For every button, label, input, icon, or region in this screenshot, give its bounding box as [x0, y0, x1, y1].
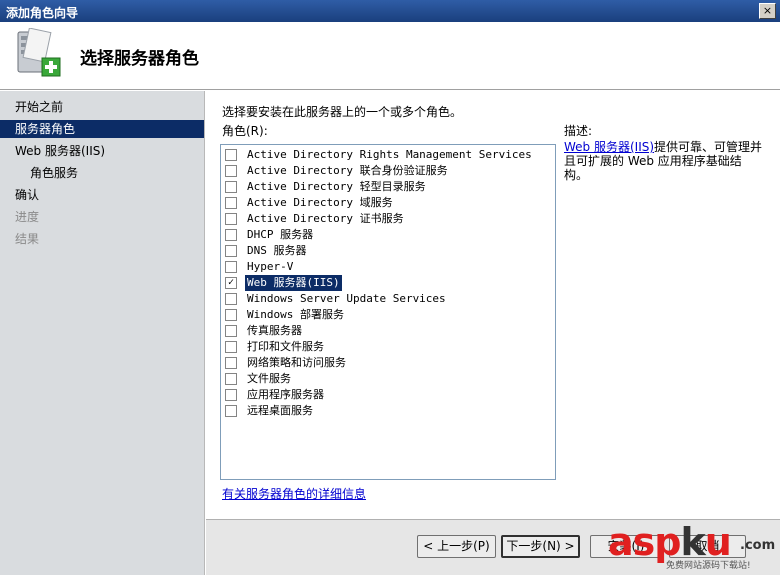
window-titlebar: 添加角色向导 × — [0, 0, 780, 22]
role-checkbox[interactable] — [225, 389, 237, 401]
close-button[interactable]: × — [759, 3, 776, 19]
next-button[interactable]: 下一步(N) > — [501, 535, 580, 558]
role-label: Active Directory 轻型目录服务 — [247, 180, 426, 193]
previous-button[interactable]: < 上一步(P) — [417, 535, 496, 558]
roles-list[interactable]: Active Directory Rights Management Servi… — [220, 144, 556, 480]
nav-step-confirmation[interactable]: 确认 — [0, 186, 204, 204]
role-checkbox[interactable] — [225, 213, 237, 225]
role-checkbox[interactable] — [225, 405, 237, 417]
role-checkbox[interactable] — [225, 245, 237, 257]
window-title: 添加角色向导 — [6, 6, 79, 20]
description-label: 描述: — [564, 124, 593, 138]
role-checkbox[interactable] — [225, 229, 237, 241]
role-checkbox[interactable] — [225, 165, 237, 177]
role-checkbox[interactable] — [225, 149, 237, 161]
nav-step-results: 结果 — [15, 232, 40, 246]
role-label: Active Directory 证书服务 — [247, 212, 404, 225]
role-checkbox[interactable] — [225, 181, 237, 193]
description-text: Web 服务器(IIS)提供可靠、可管理并且可扩展的 Web 应用程序基础结构。 — [564, 140, 764, 182]
role-checkbox[interactable] — [225, 293, 237, 305]
server-roles-wizard-icon — [17, 28, 61, 77]
role-label: Web 服务器(IIS) — [245, 275, 342, 291]
role-checkbox[interactable] — [225, 341, 237, 353]
nav-step-before-you-begin[interactable]: 开始之前 — [0, 98, 204, 116]
nav-step-server-roles[interactable]: 服务器角色 — [0, 120, 204, 138]
role-label: 传真服务器 — [247, 324, 302, 337]
page-title: 选择服务器角色 — [80, 49, 199, 69]
role-label: Windows 部署服务 — [247, 308, 344, 321]
description-link[interactable]: Web 服务器(IIS) — [564, 140, 654, 154]
role-label: 远程桌面服务 — [247, 404, 313, 417]
role-checkbox[interactable] — [225, 325, 237, 337]
role-label: DHCP 服务器 — [247, 228, 314, 241]
nav-step-role-services[interactable]: 角色服务 — [0, 164, 204, 182]
role-label: Active Directory Rights Management Servi… — [247, 148, 532, 161]
watermark-dotcom: .com — [740, 538, 776, 553]
role-label: Windows Server Update Services — [247, 292, 446, 305]
nav-step-web-server-iis[interactable]: Web 服务器(IIS) — [0, 142, 204, 160]
role-label: DNS 服务器 — [247, 244, 307, 257]
role-checkbox[interactable] — [225, 357, 237, 369]
role-label: 文件服务 — [247, 372, 291, 385]
watermark-tagline: 免费网站源码下载站! — [666, 561, 751, 571]
more-info-link[interactable]: 有关服务器角色的详细信息 — [222, 485, 366, 502]
role-checkbox[interactable] — [225, 309, 237, 321]
aspku-watermark: aspku .com 免费网站源码下载站! — [604, 520, 780, 574]
role-checkbox[interactable] — [225, 373, 237, 385]
roles-label: 角色(R): — [222, 124, 268, 138]
role-checkbox[interactable] — [225, 197, 237, 209]
role-checkbox[interactable]: ✓ — [225, 277, 237, 289]
role-label: Active Directory 联合身份验证服务 — [247, 164, 448, 177]
role-checkbox[interactable] — [225, 261, 237, 273]
wizard-header: 选择服务器角色 — [0, 22, 780, 90]
main-panel: 选择要安装在此服务器上的一个或多个角色。 角色(R): Active Direc… — [206, 91, 780, 519]
wizard-steps-nav: 开始之前 服务器角色 Web 服务器(IIS) 角色服务 确认 进度 结果 — [0, 91, 205, 575]
role-label: Active Directory 域服务 — [247, 196, 393, 209]
instruction-text: 选择要安装在此服务器上的一个或多个角色。 — [222, 105, 463, 119]
role-label: 应用程序服务器 — [247, 388, 324, 401]
role-label: 网络策略和访问服务 — [247, 356, 346, 369]
role-label: 打印和文件服务 — [247, 340, 324, 353]
nav-step-progress: 进度 — [15, 210, 40, 224]
role-label: Hyper-V — [247, 260, 294, 273]
